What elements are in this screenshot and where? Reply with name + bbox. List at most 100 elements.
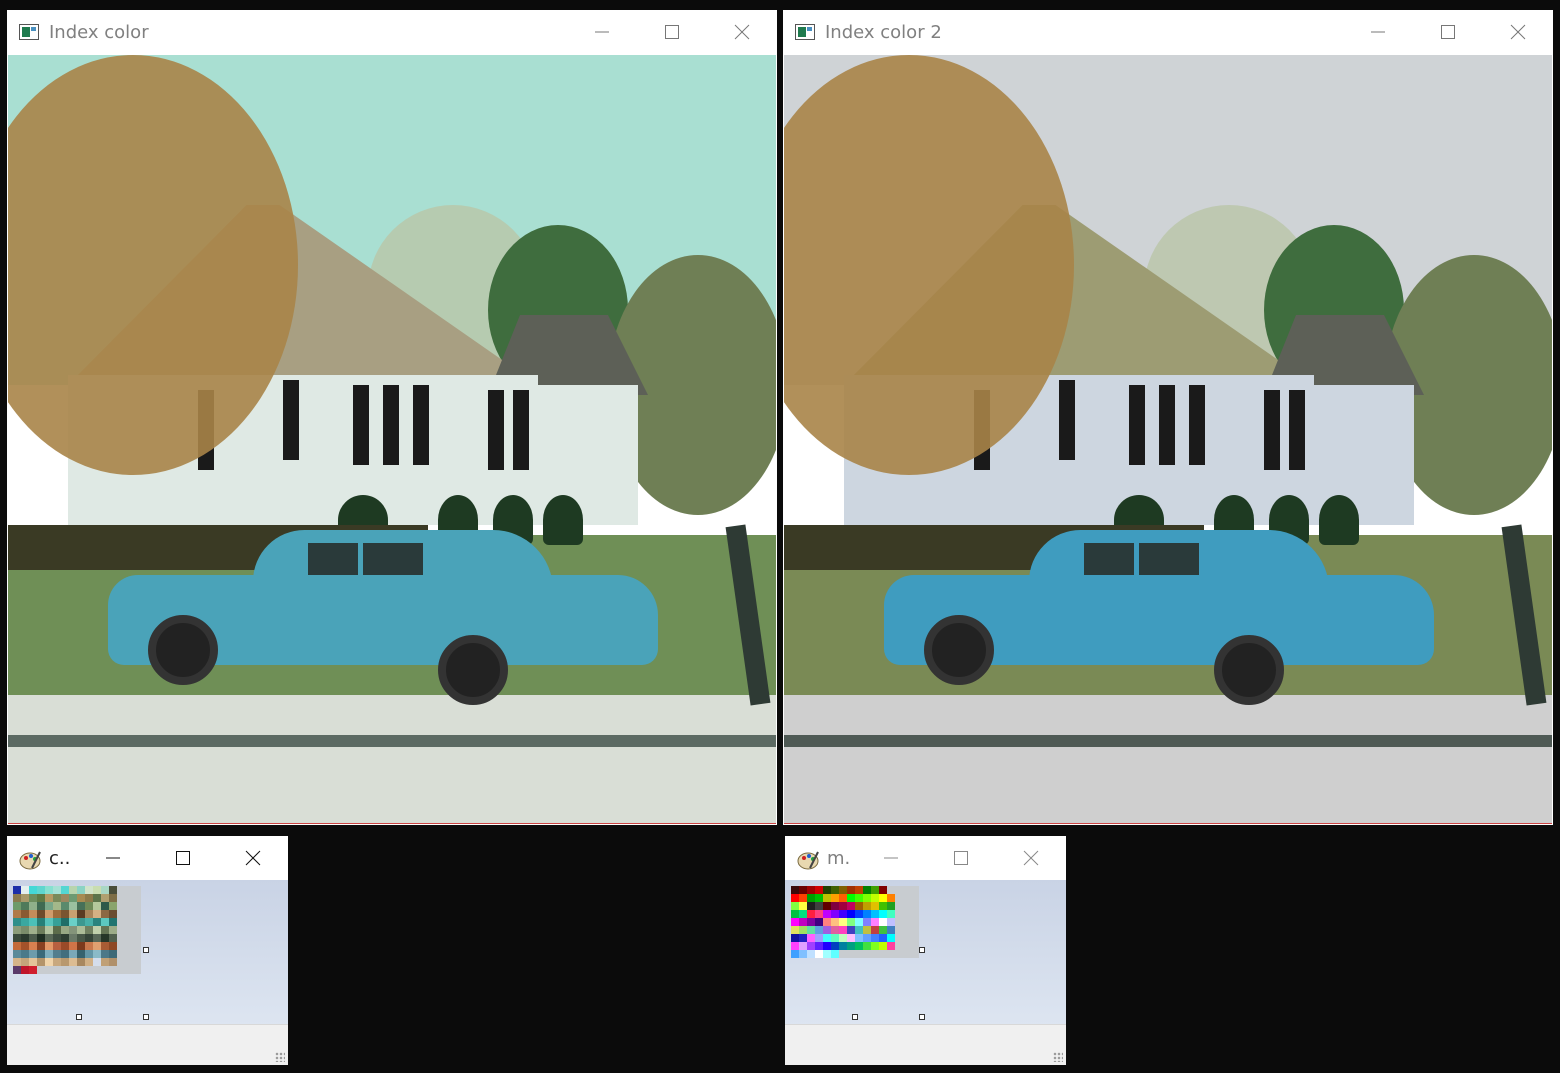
color-swatch[interactable] [855,894,863,902]
color-swatch[interactable] [799,918,807,926]
color-swatch[interactable] [29,934,37,942]
color-swatch[interactable] [101,918,109,926]
color-swatch[interactable] [133,886,141,894]
color-swatch[interactable] [93,934,101,942]
color-swatch[interactable] [29,918,37,926]
color-swatch[interactable] [879,950,887,958]
color-swatch[interactable] [117,918,125,926]
color-swatch[interactable] [133,910,141,918]
color-swatch[interactable] [887,926,895,934]
color-swatch[interactable] [77,894,85,902]
color-swatch[interactable] [77,958,85,966]
color-swatch[interactable] [895,942,903,950]
color-swatch[interactable] [855,950,863,958]
color-swatch[interactable] [807,926,815,934]
color-swatch[interactable] [831,910,839,918]
color-swatch[interactable] [903,918,911,926]
color-swatch[interactable] [101,934,109,942]
color-swatch[interactable] [85,942,93,950]
color-swatch[interactable] [847,926,855,934]
color-swatch[interactable] [799,950,807,958]
color-swatch[interactable] [29,910,37,918]
color-swatch[interactable] [117,894,125,902]
color-swatch[interactable] [847,942,855,950]
color-swatch[interactable] [879,926,887,934]
color-swatch[interactable] [847,934,855,942]
color-swatch[interactable] [109,918,117,926]
resize-handle[interactable] [919,947,925,953]
color-swatch[interactable] [77,926,85,934]
color-swatch[interactable] [69,910,77,918]
color-swatch[interactable] [13,942,21,950]
color-swatch[interactable] [69,950,77,958]
color-swatch[interactable] [823,942,831,950]
color-swatch[interactable] [61,902,69,910]
color-swatch[interactable] [69,894,77,902]
color-swatch[interactable] [53,902,61,910]
color-swatch[interactable] [895,910,903,918]
color-swatch[interactable] [93,918,101,926]
color-swatch[interactable] [879,910,887,918]
color-swatch[interactable] [85,950,93,958]
color-swatch[interactable] [815,942,823,950]
color-swatch[interactable] [101,926,109,934]
color-swatch[interactable] [895,934,903,942]
color-swatch[interactable] [21,934,29,942]
color-swatch[interactable] [903,942,911,950]
color-swatch[interactable] [911,918,919,926]
color-swatch[interactable] [53,886,61,894]
color-swatch[interactable] [791,902,799,910]
canvas-area[interactable] [785,880,1066,1026]
color-swatch[interactable] [855,926,863,934]
color-swatch[interactable] [109,950,117,958]
color-swatch[interactable] [21,942,29,950]
color-swatch[interactable] [839,910,847,918]
color-swatch[interactable] [879,942,887,950]
color-swatch[interactable] [823,926,831,934]
color-swatch[interactable] [21,926,29,934]
color-swatch[interactable] [791,886,799,894]
color-swatch[interactable] [133,942,141,950]
color-swatch[interactable] [791,918,799,926]
color-swatch[interactable] [125,958,133,966]
color-swatch[interactable] [109,966,117,974]
color-swatch[interactable] [77,942,85,950]
color-swatch[interactable] [117,942,125,950]
color-swatch[interactable] [29,942,37,950]
color-swatch[interactable] [53,942,61,950]
color-swatch[interactable] [45,966,53,974]
color-swatch[interactable] [69,958,77,966]
color-swatch[interactable] [895,886,903,894]
title-bar[interactable]: m. [785,836,1066,880]
color-swatch[interactable] [13,934,21,942]
color-swatch[interactable] [93,942,101,950]
color-swatch[interactable] [93,966,101,974]
color-swatch[interactable] [855,918,863,926]
color-swatch[interactable] [53,918,61,926]
color-swatch[interactable] [823,894,831,902]
color-swatch[interactable] [879,894,887,902]
color-swatch[interactable] [21,902,29,910]
color-swatch[interactable] [871,926,879,934]
color-swatch[interactable] [13,910,21,918]
color-swatch[interactable] [791,894,799,902]
title-bar[interactable]: Index color 2 [783,10,1553,54]
color-swatch[interactable] [85,886,93,894]
color-swatch[interactable] [863,934,871,942]
color-swatch[interactable] [109,894,117,902]
color-swatch[interactable] [903,950,911,958]
color-swatch[interactable] [839,926,847,934]
color-swatch[interactable] [791,934,799,942]
color-swatch[interactable] [799,886,807,894]
color-swatch[interactable] [13,894,21,902]
color-swatch[interactable] [911,910,919,918]
color-swatch[interactable] [117,966,125,974]
color-swatch[interactable] [109,958,117,966]
color-swatch[interactable] [839,942,847,950]
minimize-button[interactable] [856,836,926,880]
color-swatch[interactable] [879,934,887,942]
close-button[interactable] [707,10,777,54]
color-swatch[interactable] [871,950,879,958]
color-swatch[interactable] [13,902,21,910]
color-swatch[interactable] [93,958,101,966]
